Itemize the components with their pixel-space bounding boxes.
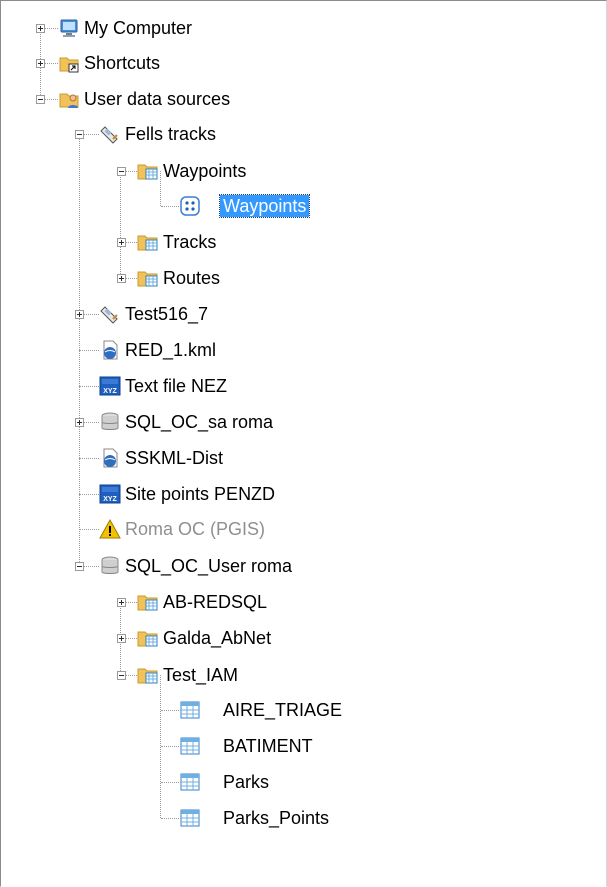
tree-node-label[interactable]: AIRE_TRIAGE	[223, 699, 342, 721]
tree-node-label[interactable]: Waypoints	[163, 160, 246, 182]
tree-connector	[161, 818, 179, 819]
xyz-file-icon-graphic: XYZ	[99, 376, 121, 396]
gps-device-icon	[99, 303, 121, 325]
point-layer-icon-graphic	[180, 196, 200, 216]
tree-connector	[120, 171, 121, 278]
expand-toggle-icon[interactable]	[75, 418, 84, 427]
collapse-toggle-icon[interactable]	[36, 95, 45, 104]
tree-node-label[interactable]: SSKML-Dist	[125, 447, 223, 469]
tree-connector	[161, 782, 179, 783]
table-icon	[179, 699, 201, 721]
kml-file-icon	[99, 447, 121, 469]
tree-node-label[interactable]: Site points PENZD	[125, 483, 275, 505]
tree-node-label[interactable]: Fells tracks	[125, 123, 216, 145]
tree-node-label[interactable]: Test516_7	[125, 303, 208, 325]
table-folder-icon	[137, 664, 159, 686]
tree-node-label[interactable]: Parks	[223, 771, 269, 793]
tree-node-label[interactable]: Tracks	[163, 231, 216, 253]
tree-connector	[161, 710, 179, 711]
tree-connector	[79, 458, 99, 459]
expand-toggle-icon[interactable]	[36, 24, 45, 33]
tree-node-label[interactable]: Waypoints	[218, 194, 311, 218]
shortcut-folder-icon	[58, 52, 80, 74]
computer-icon	[58, 17, 80, 39]
tree-node-label[interactable]: RED_1.kml	[125, 339, 216, 361]
kml-file-icon-graphic	[103, 340, 118, 360]
table-icon-graphic	[180, 773, 200, 791]
database-icon	[99, 555, 121, 577]
warning-icon-graphic	[99, 518, 121, 539]
tree-connector	[79, 350, 99, 351]
tree-connector	[160, 171, 161, 206]
table-folder-icon-graphic	[137, 631, 158, 647]
gps-device-icon-graphic	[100, 306, 118, 324]
tree-node-label[interactable]: Parks_Points	[223, 807, 329, 829]
tree-node-label[interactable]: Routes	[163, 267, 220, 289]
user-folder-icon	[58, 88, 80, 110]
tree-connector	[79, 494, 99, 495]
table-folder-icon-graphic	[137, 668, 158, 684]
database-icon-graphic	[101, 412, 119, 430]
expand-toggle-icon[interactable]	[117, 238, 126, 247]
tree-connector	[161, 746, 179, 747]
table-folder-icon	[137, 267, 159, 289]
kml-file-icon-graphic	[103, 448, 118, 468]
table-folder-icon	[137, 591, 159, 613]
table-icon-graphic	[180, 701, 200, 719]
collapse-toggle-icon[interactable]	[75, 130, 84, 139]
database-icon	[99, 411, 121, 433]
svg-text:XYZ: XYZ	[103, 388, 117, 395]
database-icon-graphic	[101, 556, 119, 574]
point-layer-icon	[179, 195, 201, 217]
shortcut-folder-icon-graphic	[59, 57, 79, 73]
tree-node-label[interactable]: Test_IAM	[163, 664, 238, 686]
tree-node-label[interactable]: SQL_OC_sa roma	[125, 411, 273, 433]
table-folder-icon-graphic	[137, 164, 158, 180]
user-folder-icon-graphic	[59, 93, 79, 108]
tree-node-label[interactable]: Text file NEZ	[125, 375, 227, 397]
expand-toggle-icon[interactable]	[36, 59, 45, 68]
collapse-toggle-icon[interactable]	[117, 671, 126, 680]
collapse-toggle-icon[interactable]	[117, 167, 126, 176]
warning-icon	[99, 518, 121, 540]
table-folder-icon	[137, 231, 159, 253]
tree-node-label[interactable]: BATIMENT	[223, 735, 313, 757]
tree-node-label[interactable]: Shortcuts	[84, 52, 160, 74]
xyz-file-icon: XYZ	[99, 483, 121, 505]
expand-toggle-icon[interactable]	[117, 274, 126, 283]
table-folder-icon-graphic	[137, 271, 158, 287]
computer-icon-graphic	[60, 19, 78, 37]
gps-device-icon-graphic	[100, 126, 118, 144]
table-icon-graphic	[180, 737, 200, 755]
table-folder-icon	[137, 627, 159, 649]
kml-file-icon	[99, 339, 121, 361]
gps-device-icon	[99, 123, 121, 145]
tree-connector	[79, 386, 99, 387]
tree-connector	[161, 206, 179, 207]
table-folder-icon	[137, 160, 159, 182]
collapse-toggle-icon[interactable]	[75, 562, 84, 571]
xyz-file-icon-graphic: XYZ	[99, 484, 121, 504]
table-icon-graphic	[180, 809, 200, 827]
expand-toggle-icon[interactable]	[75, 310, 84, 319]
data-source-tree[interactable]: My Computer Shortcuts User data sources Fel…	[0, 0, 607, 887]
table-icon	[179, 807, 201, 829]
table-icon	[179, 771, 201, 793]
tree-node-label[interactable]: User data sources	[84, 88, 230, 110]
tree-node-label[interactable]: AB-REDSQL	[163, 591, 267, 613]
xyz-file-icon: XYZ	[99, 375, 121, 397]
table-icon	[179, 735, 201, 757]
table-folder-icon-graphic	[137, 235, 158, 251]
expand-toggle-icon[interactable]	[117, 634, 126, 643]
tree-node-label[interactable]: My Computer	[84, 17, 192, 39]
tree-connector	[79, 529, 99, 530]
table-folder-icon-graphic	[137, 595, 158, 611]
tree-node-label[interactable]: Roma OC (PGIS)	[125, 518, 265, 540]
svg-text:XYZ: XYZ	[103, 496, 117, 503]
expand-toggle-icon[interactable]	[117, 598, 126, 607]
tree-node-label[interactable]: Galda_AbNet	[163, 627, 271, 649]
tree-node-label[interactable]: SQL_OC_User roma	[125, 555, 292, 577]
